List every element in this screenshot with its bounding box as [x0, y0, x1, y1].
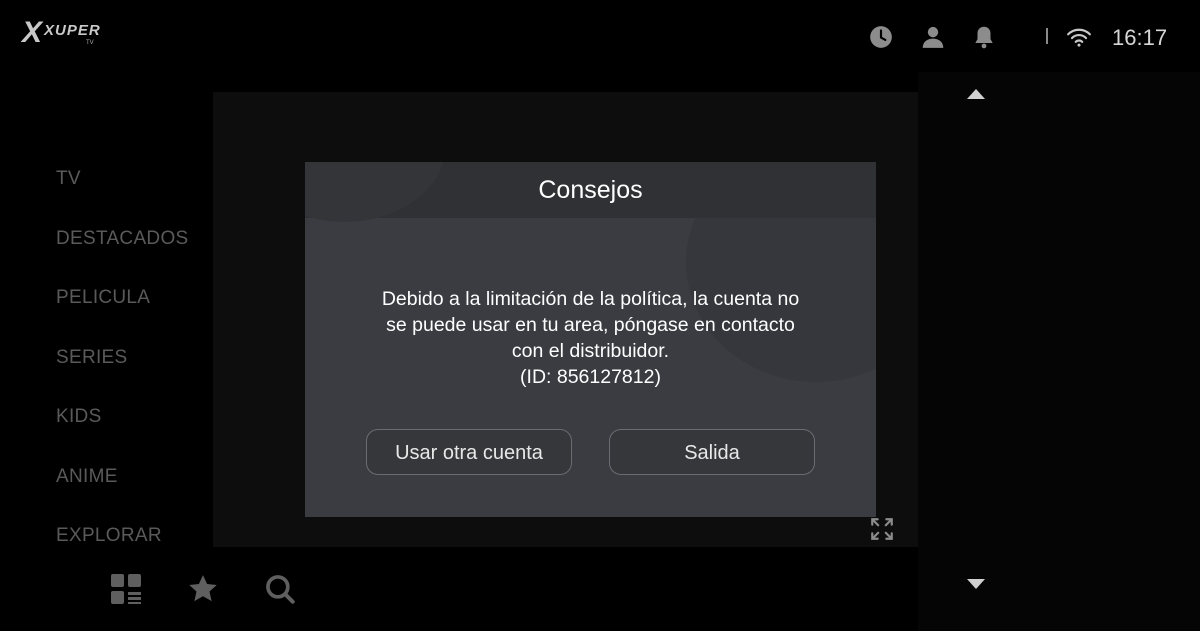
- fullscreen-icon[interactable]: [869, 516, 895, 542]
- grid-menu-icon[interactable]: [109, 572, 143, 606]
- notification-icon[interactable]: [971, 24, 997, 50]
- history-icon[interactable]: [868, 24, 894, 50]
- scroll-up-icon[interactable]: [967, 89, 985, 99]
- right-column: [918, 72, 1200, 631]
- dialog-account-id: (ID: 856127812): [520, 366, 661, 388]
- logo-text: XUPER: [44, 22, 101, 39]
- wifi-icon: [1066, 24, 1092, 50]
- nav-item-explorar[interactable]: EXPLORAR: [56, 525, 162, 547]
- dialog-message-line: con el distribuidor.: [511, 340, 670, 362]
- status-bar: 16:17: [870, 0, 1200, 72]
- dialog-message-line: Debido a la limitación de la política, l…: [381, 288, 800, 310]
- nav-item-series[interactable]: SERIES: [56, 347, 128, 369]
- nav-item-destacados[interactable]: DESTACADOS: [56, 228, 189, 250]
- nav-item-pelicula[interactable]: PELICULA: [56, 287, 150, 309]
- favorites-star-icon[interactable]: [186, 572, 220, 606]
- scroll-down-icon[interactable]: [967, 579, 985, 589]
- logo-sub: TV: [86, 40, 94, 46]
- clock-time: 16:17: [1112, 25, 1168, 50]
- dialog-title: Consejos: [538, 176, 643, 204]
- use-other-account-button[interactable]: Usar otra cuenta: [366, 429, 572, 475]
- status-divider: [1046, 28, 1048, 44]
- tips-dialog: Consejos Debido a la limitación de la po…: [305, 162, 876, 517]
- nav-item-tv[interactable]: TV: [56, 168, 81, 190]
- nav-item-anime[interactable]: ANIME: [56, 466, 118, 488]
- profile-icon[interactable]: [920, 24, 946, 50]
- dialog-message: Debido a la limitación de la política, l…: [335, 286, 846, 390]
- exit-button[interactable]: Salida: [609, 429, 815, 475]
- nav-item-kids[interactable]: KIDS: [56, 406, 102, 428]
- dialog-message-line: se puede usar en tu area, póngase en con…: [386, 314, 795, 336]
- search-icon[interactable]: [263, 572, 297, 606]
- app-logo: X XUPER TV: [22, 16, 101, 49]
